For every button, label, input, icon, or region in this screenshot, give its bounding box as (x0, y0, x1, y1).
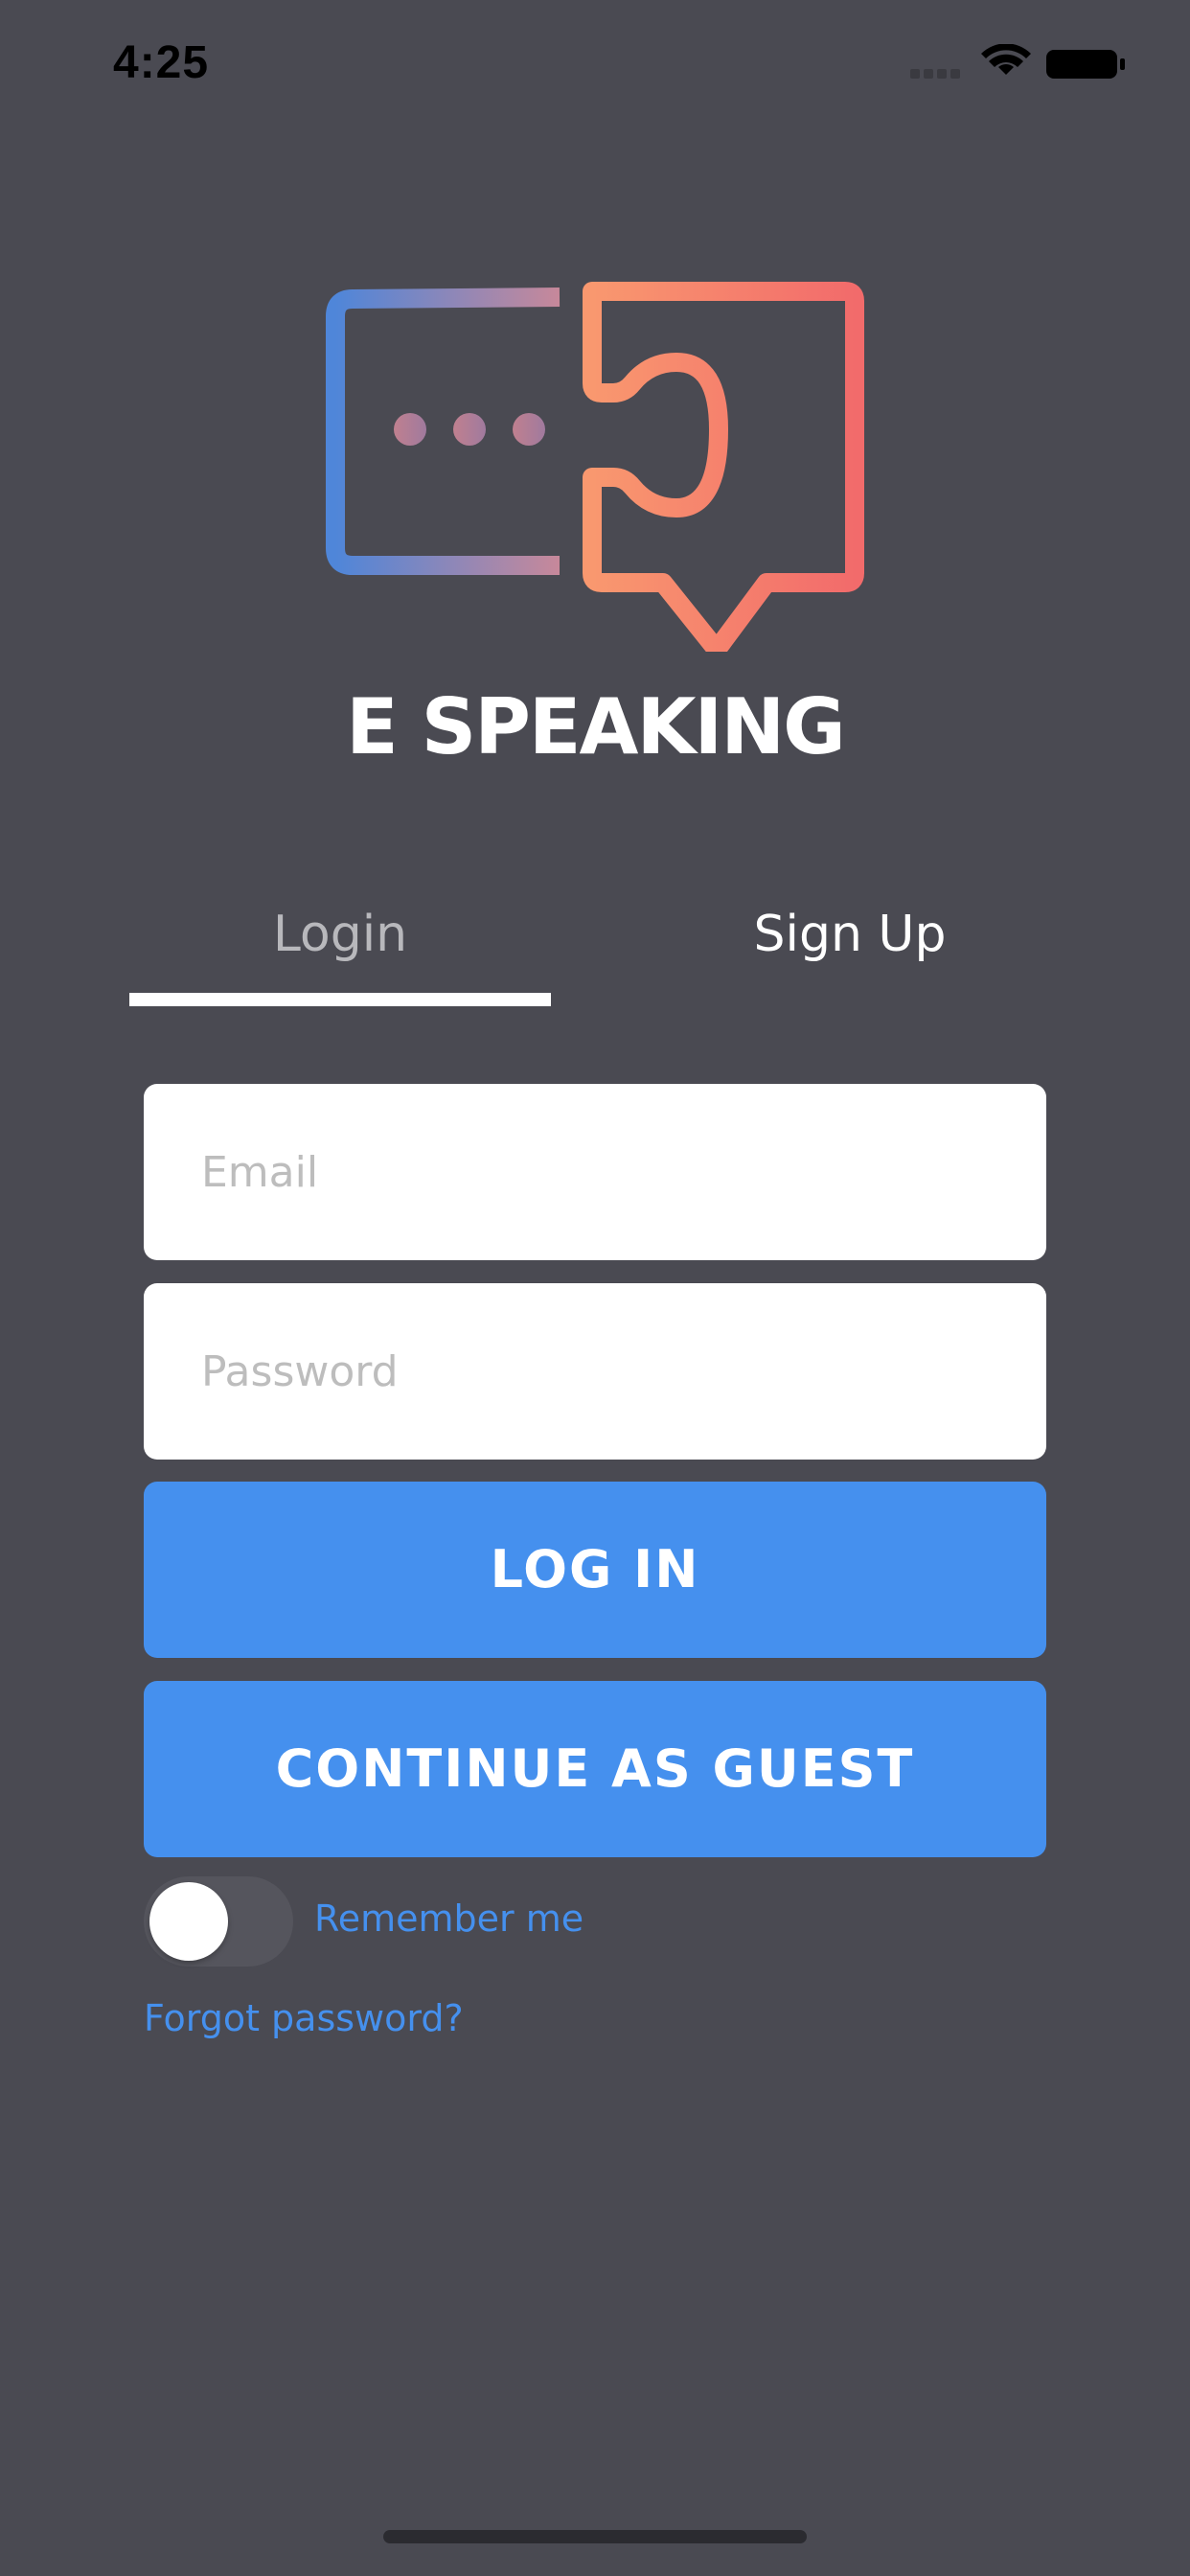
tab-signup[interactable]: Sign Up (639, 891, 1061, 1006)
status-time: 4:25 (113, 37, 210, 88)
email-field[interactable] (201, 1084, 1006, 1260)
continue-as-guest-button[interactable]: CONTINUE AS GUEST (144, 1681, 1046, 1857)
active-tab-indicator (129, 993, 551, 1006)
login-button[interactable]: LOG IN (144, 1482, 1046, 1658)
auth-tabs: Login Sign Up (129, 891, 1061, 1006)
signal-icon (910, 69, 960, 79)
password-field-container (144, 1283, 1046, 1460)
email-field-container (144, 1084, 1046, 1260)
speech-puzzle-logo-icon (326, 282, 864, 652)
wifi-icon (981, 44, 1031, 75)
battery-icon (1046, 50, 1125, 79)
password-field[interactable] (201, 1283, 1006, 1460)
remember-me-toggle[interactable] (144, 1876, 293, 1966)
home-indicator (383, 2530, 807, 2543)
tab-login[interactable]: Login (129, 891, 551, 1006)
forgot-password-link[interactable]: Forgot password? (144, 1997, 464, 2039)
toggle-knob (149, 1882, 228, 1961)
status-icons (910, 44, 1125, 79)
remember-me-label[interactable]: Remember me (314, 1898, 584, 1940)
brand-name: E SPEAKING (346, 682, 846, 771)
